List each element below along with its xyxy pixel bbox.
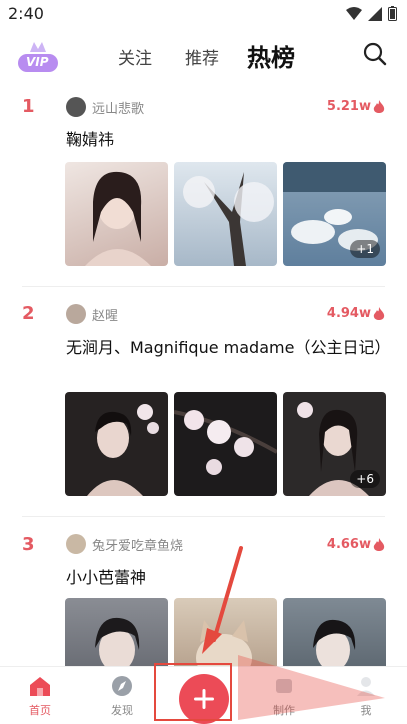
annotation-large-arrow: [238, 655, 385, 720]
annotation-arrow-head: [202, 628, 222, 654]
annotation-arrows: [202, 546, 385, 720]
annotation-arrow-line: [212, 546, 243, 642]
